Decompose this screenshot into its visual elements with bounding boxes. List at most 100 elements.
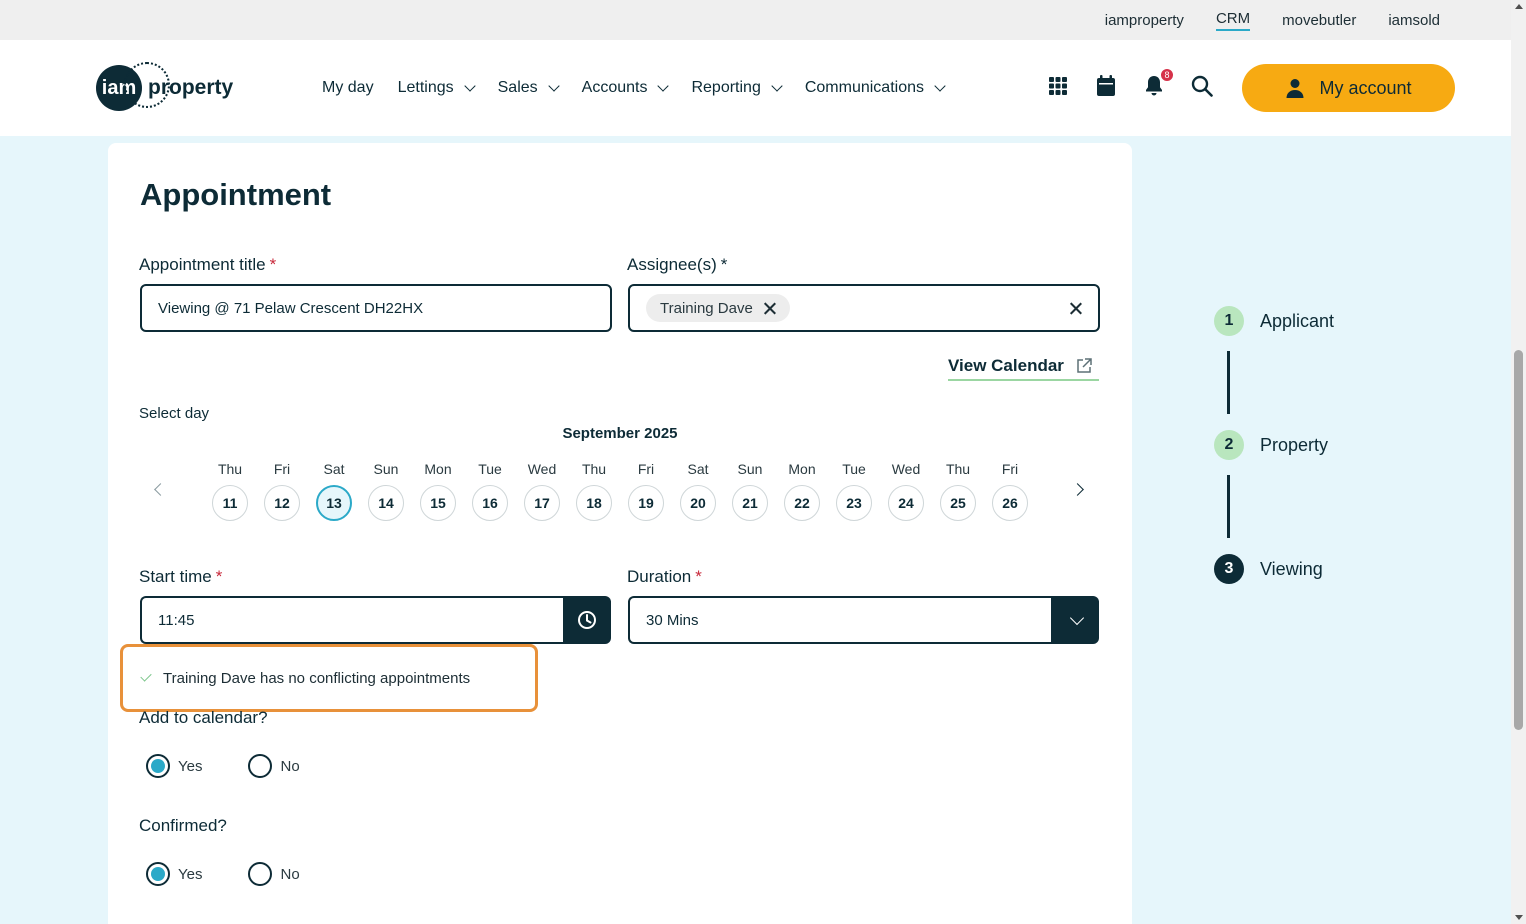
- nav-lettings[interactable]: Lettings: [397, 79, 476, 97]
- day-name: Fri: [637, 461, 655, 477]
- day-number: 13: [316, 485, 352, 521]
- duration-dropdown-button[interactable]: [1051, 596, 1099, 644]
- view-calendar-label: View Calendar: [948, 356, 1064, 375]
- day-19[interactable]: Fri 19: [628, 461, 664, 521]
- radio-label: No: [280, 865, 300, 883]
- main-nav: My day Lettings Sales Accounts Reporting…: [322, 40, 946, 136]
- radio-circle: [146, 862, 170, 886]
- util-link-movebutler[interactable]: movebutler: [1282, 12, 1356, 29]
- start-time-input[interactable]: 11:45: [140, 596, 564, 644]
- remove-chip-icon[interactable]: [763, 302, 776, 315]
- calendar-month: September 2025: [562, 425, 678, 442]
- chevron-down-icon: [1069, 610, 1085, 626]
- day-26[interactable]: Fri 26: [992, 461, 1028, 521]
- add-to-calendar-radios: Yes No: [146, 754, 300, 778]
- day-number: 24: [888, 485, 924, 521]
- nav-label: My day: [322, 79, 374, 96]
- day-12[interactable]: Fri 12: [264, 461, 300, 521]
- day-23[interactable]: Tue 23: [836, 461, 872, 521]
- chevron-down-icon: [463, 80, 476, 92]
- day-13[interactable]: Sat 13: [316, 461, 352, 521]
- chevron-down-icon: [771, 80, 783, 92]
- nav-sales[interactable]: Sales: [498, 79, 560, 97]
- day-17[interactable]: Wed 17: [524, 461, 560, 521]
- notification-bell-icon[interactable]: 8: [1142, 68, 1174, 98]
- scroll-down-icon[interactable]: [1515, 915, 1523, 920]
- day-11[interactable]: Thu 11: [212, 461, 248, 521]
- scroll-up-icon[interactable]: [1515, 4, 1523, 9]
- input-value: 11:45: [158, 611, 195, 629]
- day-name: Thu: [217, 461, 243, 477]
- my-account-label: My account: [1319, 77, 1412, 98]
- page-scrollbar[interactable]: [1511, 0, 1526, 924]
- day-16[interactable]: Tue 16: [472, 461, 508, 521]
- day-24[interactable]: Wed 24: [888, 461, 924, 521]
- day-name: Tue: [478, 461, 502, 477]
- nav-label: Communications: [804, 79, 924, 96]
- duration-label: Duration *: [627, 567, 702, 587]
- next-days-arrow-icon[interactable]: [1071, 483, 1084, 496]
- assignee-label: Assignee(s) *: [627, 255, 727, 275]
- search-icon[interactable]: [1190, 74, 1214, 98]
- day-number: 25: [940, 485, 976, 521]
- day-name: Mon: [424, 461, 452, 477]
- duration-select[interactable]: 30 Mins: [628, 596, 1052, 644]
- start-time-label: Start time *: [139, 567, 222, 587]
- radio-circle: [146, 754, 170, 778]
- logo[interactable]: iam property: [96, 62, 233, 112]
- day-number: 20: [680, 485, 716, 521]
- add-to-calendar-yes-radio[interactable]: Yes: [146, 754, 202, 778]
- step-connector: [1227, 475, 1230, 538]
- required-marker: *: [215, 567, 223, 586]
- day-15[interactable]: Mon 15: [420, 461, 456, 521]
- util-link-iamproperty[interactable]: iamproperty: [1105, 12, 1184, 29]
- previous-days-arrow-icon[interactable]: [154, 483, 167, 496]
- step-viewing[interactable]: 3 Viewing: [1214, 554, 1323, 584]
- nav-label: Lettings: [397, 79, 454, 96]
- scrollbar-thumb[interactable]: [1514, 350, 1523, 730]
- appointment-title-input[interactable]: Viewing @ 71 Pelaw Crescent DH22HX: [140, 284, 612, 332]
- util-link-iamsold[interactable]: iamsold: [1388, 12, 1440, 29]
- required-marker: *: [269, 255, 277, 274]
- day-14[interactable]: Sun 14: [368, 461, 404, 521]
- utility-bar: iamproperty CRM movebutler iamsold: [0, 0, 1511, 40]
- assignee-chip: Training Dave: [646, 294, 790, 322]
- confirmed-yes-radio[interactable]: Yes: [146, 862, 202, 886]
- day-20[interactable]: Sat 20: [680, 461, 716, 521]
- day-name: Wed: [527, 461, 557, 477]
- nav-my-day[interactable]: My day: [322, 79, 374, 97]
- day-18[interactable]: Thu 18: [576, 461, 612, 521]
- day-number: 18: [576, 485, 612, 521]
- label-text: Assignee(s): [627, 255, 717, 274]
- confirmed-no-radio[interactable]: No: [248, 862, 300, 886]
- util-link-crm[interactable]: CRM: [1215, 10, 1251, 31]
- view-calendar-link[interactable]: View Calendar: [948, 356, 1099, 381]
- day-21[interactable]: Sun 21: [732, 461, 768, 521]
- day-name: Sat: [323, 461, 345, 477]
- day-name: Sun: [737, 461, 763, 477]
- day-22[interactable]: Mon 22: [784, 461, 820, 521]
- chevron-down-icon: [657, 80, 670, 92]
- add-to-calendar-no-radio[interactable]: No: [248, 754, 300, 778]
- nav-accounts[interactable]: Accounts: [582, 79, 670, 97]
- day-25[interactable]: Thu 25: [940, 461, 976, 521]
- nav-communications[interactable]: Communications: [804, 79, 946, 97]
- header-icons: 8: [1046, 68, 1214, 98]
- confirmed-radios: Yes No: [146, 862, 300, 886]
- nav-reporting[interactable]: Reporting: [691, 79, 783, 97]
- required-marker: *: [695, 567, 702, 586]
- day-name: Fri: [273, 461, 291, 477]
- day-number: 22: [784, 485, 820, 521]
- day-name: Fri: [1001, 461, 1019, 477]
- input-value: Viewing @ 71 Pelaw Crescent DH22HX: [158, 299, 424, 317]
- assignee-input[interactable]: Training Dave: [628, 284, 1100, 332]
- clear-assignees-icon[interactable]: [1069, 302, 1082, 315]
- step-applicant[interactable]: 1 Applicant: [1214, 306, 1334, 336]
- my-account-button[interactable]: My account: [1242, 64, 1455, 112]
- time-picker-button[interactable]: [563, 596, 611, 644]
- calendar-icon[interactable]: [1094, 74, 1118, 98]
- step-property[interactable]: 2 Property: [1214, 430, 1328, 460]
- page-title: Appointment: [140, 177, 332, 212]
- appointment-title-label: Appointment title *: [139, 255, 276, 275]
- apps-grid-icon[interactable]: [1046, 74, 1070, 98]
